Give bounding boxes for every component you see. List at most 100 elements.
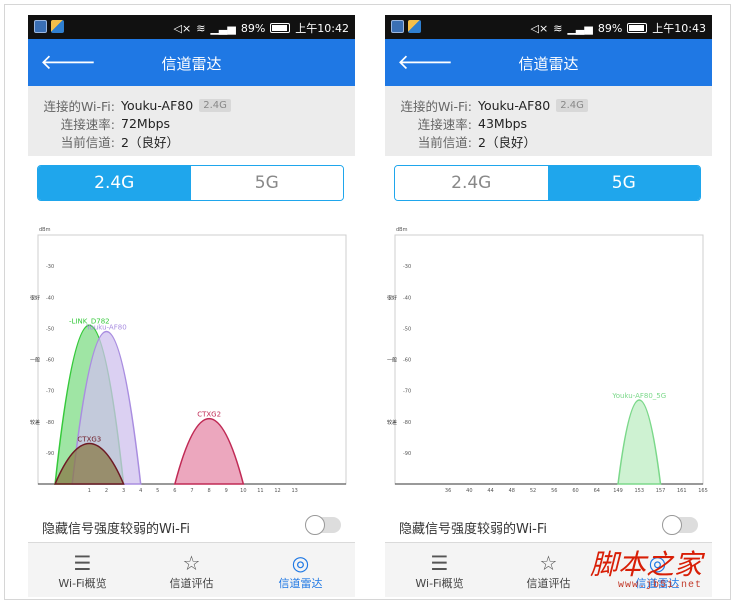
plot-frame bbox=[394, 234, 704, 485]
wifi-value: Youku-AF80 bbox=[121, 97, 194, 113]
x-tick-label: 165 bbox=[698, 488, 708, 494]
bottom-nav: ☰ Wi-Fi概览 ☆ 信道评估 ◎ 信道雷达 bbox=[28, 542, 355, 597]
x-tick-label: 13 bbox=[291, 488, 297, 494]
x-tick-label: 2 bbox=[105, 488, 108, 494]
nav-channel-radar[interactable]: ◎ 信道雷达 bbox=[246, 543, 355, 597]
cell-signal-icon: ▁▃▅ bbox=[567, 21, 593, 35]
y-tick-label: -30 bbox=[403, 264, 411, 270]
x-tick-label: 64 bbox=[594, 488, 600, 494]
signal-quality-label: 较差 bbox=[387, 419, 397, 426]
battery-icon bbox=[627, 23, 648, 33]
band-tabs: 2.4G 5G bbox=[37, 165, 344, 201]
y-tick-label: -70 bbox=[403, 389, 411, 395]
x-tick-label: 153 bbox=[635, 488, 645, 494]
watermark-main: 脚本之家 bbox=[589, 548, 702, 581]
y-tick-label: -70 bbox=[46, 389, 54, 395]
y-tick-label: -60 bbox=[403, 358, 411, 364]
mute-icon: ◁× bbox=[173, 21, 192, 35]
star-icon: ☆ bbox=[539, 551, 558, 575]
wifi-overview-icon: ☰ bbox=[430, 551, 449, 575]
wifi-signal-icon: ≋ bbox=[196, 21, 206, 35]
clock: 上午10:43 bbox=[652, 22, 706, 35]
speed-value: 72Mbps bbox=[121, 115, 171, 131]
status-bar: ◁× ≋ ▁▃▅ 89% 上午10:42 bbox=[28, 15, 355, 39]
wifi-signal-icon: ≋ bbox=[553, 21, 563, 35]
mute-icon: ◁× bbox=[530, 21, 549, 35]
nav-label: 信道评估 bbox=[169, 577, 214, 590]
notification-app-icon bbox=[391, 20, 404, 33]
y-tick-label: -30 bbox=[46, 264, 54, 270]
tab-5g[interactable]: 5G bbox=[547, 166, 700, 200]
signal-quality-label: 很好 bbox=[30, 294, 40, 301]
speed-label: 连接速率: bbox=[417, 116, 472, 132]
hide-weak-switch[interactable] bbox=[662, 515, 698, 535]
connection-info: 连接的Wi-Fi: Youku-AF80 2.4G 连接速率: 72Mbps 当前信道… bbox=[28, 86, 355, 156]
nav-label: Wi-Fi概览 bbox=[58, 577, 107, 590]
band-tabs: 2.4G 5G bbox=[394, 165, 701, 201]
x-tick-label: 5 bbox=[156, 488, 159, 494]
x-tick-label: 4 bbox=[139, 488, 142, 494]
nav-wifi-overview[interactable]: ☰ Wi-Fi概览 bbox=[28, 543, 137, 597]
phone-screen-2g: ◁× ≋ ▁▃▅ 89% 上午10:42 🡐 信道雷达 连接的Wi-Fi: You… bbox=[28, 15, 355, 597]
y-tick-label: -40 bbox=[46, 295, 54, 301]
page-title: 信道雷达 bbox=[518, 55, 579, 73]
channel-value: 2（良好） bbox=[478, 134, 536, 150]
x-tick-label: 1 bbox=[88, 488, 91, 494]
wifi-value: Youku-AF80 bbox=[478, 97, 551, 113]
x-tick-label: 44 bbox=[487, 488, 493, 494]
x-tick-label: 52 bbox=[530, 488, 536, 494]
x-tick-label: 7 bbox=[190, 488, 193, 494]
battery-percent: 89% bbox=[597, 21, 623, 35]
band-badge: 2.4G bbox=[556, 98, 588, 112]
hide-weak-label: 隐藏信号强度较弱的Wi-Fi bbox=[42, 522, 191, 537]
signal-quality-label: 较差 bbox=[30, 419, 40, 426]
clock: 上午10:42 bbox=[295, 22, 349, 35]
phone-screen-5g: ◁× ≋ ▁▃▅ 89% 上午10:43 🡐 信道雷达 连接的Wi-Fi: You… bbox=[385, 15, 712, 597]
signal-quality-label: 一般 bbox=[30, 357, 40, 364]
wifi-label: 连接的Wi-Fi: bbox=[400, 98, 472, 114]
hide-weak-row: 隐藏信号强度较弱的Wi-Fi bbox=[28, 511, 355, 541]
y-tick-label: -50 bbox=[46, 326, 54, 332]
wifi-label: 连接的Wi-Fi: bbox=[43, 98, 115, 114]
nav-wifi-overview[interactable]: ☰ Wi-Fi概览 bbox=[385, 543, 494, 597]
switch-knob bbox=[662, 515, 682, 535]
y-tick-label: -90 bbox=[46, 451, 54, 457]
y-tick-label: -90 bbox=[403, 451, 411, 457]
star-icon: ☆ bbox=[182, 551, 201, 575]
battery-icon bbox=[270, 23, 291, 33]
x-tick-label: 56 bbox=[551, 488, 557, 494]
nav-channel-eval[interactable]: ☆ 信道评估 bbox=[137, 543, 246, 597]
site-watermark: 脚本之家 www.jb51.net bbox=[589, 548, 702, 592]
tab-2g[interactable]: 2.4G bbox=[395, 166, 548, 200]
content-area: 2.4G 5G dBm -30 -40 -50 -60 -70 -80 -90 很好 一般 较差 -L… bbox=[28, 156, 355, 542]
x-tick-label: 8 bbox=[208, 488, 211, 494]
screenshot-frame: ◁× ≋ ▁▃▅ 89% 上午10:42 🡐 信道雷达 连接的Wi-Fi: You… bbox=[4, 4, 731, 600]
tab-2g[interactable]: 2.4G bbox=[38, 166, 191, 200]
tab-5g[interactable]: 5G bbox=[190, 166, 343, 200]
nav-label: Wi-Fi概览 bbox=[415, 577, 464, 590]
hide-weak-switch[interactable] bbox=[305, 515, 341, 535]
x-tick-label: 6 bbox=[173, 488, 176, 494]
y-tick-label: -40 bbox=[403, 295, 411, 301]
y-tick-label: -60 bbox=[46, 358, 54, 364]
band-badge: 2.4G bbox=[199, 98, 231, 112]
y-tick-label: -80 bbox=[46, 420, 54, 426]
x-tick-label: 9 bbox=[225, 488, 228, 494]
gallery-app-icon bbox=[51, 20, 64, 33]
radar-icon: ◎ bbox=[291, 551, 310, 575]
connection-info: 连接的Wi-Fi: Youku-AF80 2.4G 连接速率: 43Mbps 当前信道… bbox=[385, 86, 712, 156]
series-label: Youku-AF80 bbox=[85, 323, 126, 331]
nav-channel-eval[interactable]: ☆ 信道评估 bbox=[494, 543, 603, 597]
nav-label: 信道雷达 bbox=[278, 577, 323, 590]
app-bar: 🡐 信道雷达 bbox=[28, 39, 355, 86]
cell-signal-icon: ▁▃▅ bbox=[210, 21, 236, 35]
app-bar: 🡐 信道雷达 bbox=[385, 39, 712, 86]
x-tick-label: 149 bbox=[613, 488, 623, 494]
switch-knob bbox=[305, 515, 325, 535]
channel-chart: dBm -30 -40 -50 -60 -70 -80 -90 很好一般较差 Youku-AF80… bbox=[387, 227, 708, 494]
signal-quality-label: 一般 bbox=[387, 357, 397, 364]
speed-label: 连接速率: bbox=[60, 116, 115, 132]
status-bar: ◁× ≋ ▁▃▅ 89% 上午10:43 bbox=[385, 15, 712, 39]
x-tick-label: 48 bbox=[509, 488, 515, 494]
speed-value: 43Mbps bbox=[478, 115, 528, 131]
